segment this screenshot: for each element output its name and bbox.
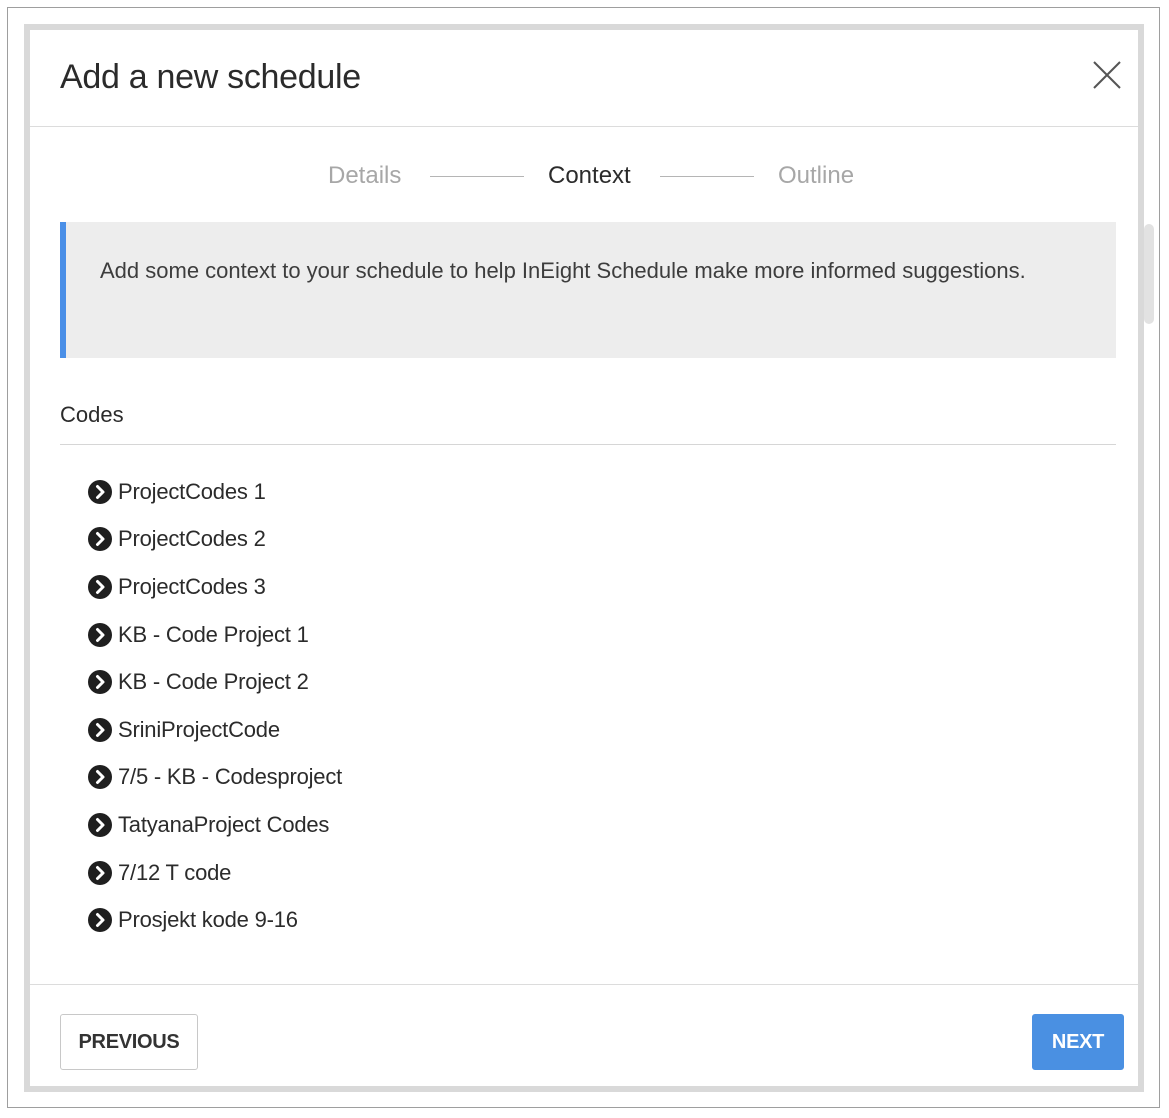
code-item-label: KB - Code Project 2 — [118, 669, 309, 695]
dialog-title: Add a new schedule — [60, 58, 361, 96]
chevron-right-circle-icon — [88, 527, 112, 552]
code-item[interactable]: Prosjekt kode 9-16 — [88, 896, 342, 944]
code-item-label: ProjectCodes 3 — [118, 573, 266, 599]
chevron-right-circle-icon — [88, 479, 112, 504]
code-item[interactable]: 7/12 T code — [88, 849, 342, 897]
step-context[interactable]: Context — [548, 158, 631, 194]
code-item-label: KB - Code Project 1 — [118, 621, 309, 647]
chevron-right-circle-icon — [88, 670, 112, 695]
footer-divider — [30, 984, 1138, 985]
close-icon — [1093, 61, 1121, 89]
chevron-right-circle-icon — [88, 622, 112, 647]
chevron-right-circle-icon — [88, 765, 112, 790]
chevron-right-circle-icon — [88, 812, 112, 837]
chevron-right-circle-icon — [88, 860, 112, 885]
info-callout: Add some context to your schedule to hel… — [60, 222, 1116, 358]
chevron-right-circle-icon — [88, 908, 112, 933]
add-schedule-dialog: Add a new schedule Details Context Outli… — [24, 24, 1154, 1092]
chevron-right-circle-icon — [88, 717, 112, 742]
code-item[interactable]: SriniProjectCode — [88, 706, 342, 754]
divider — [60, 444, 1116, 445]
code-item[interactable]: 7/5 - KB - Codesproject — [88, 754, 342, 802]
codes-section-title: Codes — [60, 402, 124, 427]
code-item-label: ProjectCodes 2 — [118, 526, 266, 552]
step-connector — [430, 176, 524, 177]
previous-button[interactable]: PREVIOUS — [60, 1014, 198, 1070]
code-item-label: 7/5 - KB - Codesproject — [118, 764, 343, 790]
code-item[interactable]: ProjectCodes 1 — [88, 468, 342, 516]
step-connector — [660, 176, 754, 177]
stepper: Details Context Outline — [30, 158, 1138, 194]
code-item-label: TatyanaProject Codes — [118, 811, 330, 837]
info-text: Add some context to your schedule to hel… — [100, 258, 1026, 283]
close-button[interactable] — [1090, 58, 1124, 92]
chevron-right-circle-icon — [88, 574, 112, 599]
step-outline[interactable]: Outline — [778, 158, 854, 194]
code-item-label: ProjectCodes 1 — [118, 478, 266, 504]
codes-list: ProjectCodes 1 ProjectCodes 2 ProjectCod… — [88, 468, 342, 944]
code-item[interactable]: KB - Code Project 2 — [88, 658, 342, 706]
code-item[interactable]: TatyanaProject Codes — [88, 801, 342, 849]
code-item[interactable]: ProjectCodes 3 — [88, 563, 342, 611]
next-button[interactable]: NEXT — [1032, 1014, 1124, 1070]
code-item-label: 7/12 T code — [118, 859, 232, 885]
code-item-label: SriniProjectCode — [118, 716, 280, 742]
code-item-label: Prosjekt kode 9-16 — [118, 907, 298, 933]
code-item[interactable]: KB - Code Project 1 — [88, 611, 342, 659]
dialog-header: Add a new schedule — [30, 30, 1138, 127]
scrollbar-thumb[interactable] — [1144, 224, 1154, 324]
step-details[interactable]: Details — [328, 158, 401, 194]
code-item[interactable]: ProjectCodes 2 — [88, 516, 342, 564]
